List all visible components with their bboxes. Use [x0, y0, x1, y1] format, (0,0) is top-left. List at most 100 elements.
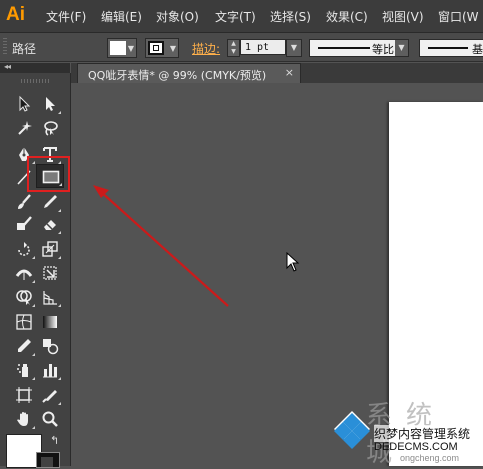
scale-tool[interactable] — [38, 238, 62, 260]
watermark-url: ongcheng.com — [400, 453, 460, 463]
tool-flyout-indicator — [32, 280, 35, 283]
stroke-color-swatch[interactable]: ▼ — [145, 38, 179, 58]
selection-type-label: 路径 — [12, 42, 37, 56]
stroke-weight-stepper[interactable]: ▲ ▼ — [227, 39, 240, 57]
eyedropper-tool[interactable] — [12, 335, 36, 357]
blob-brush-tool-icon — [17, 216, 32, 230]
tools-panel-header[interactable]: ◂◂ — [0, 62, 70, 73]
artboard-tool[interactable] — [12, 384, 36, 406]
paintbrush-tool-icon — [18, 194, 31, 209]
profile-line-preview — [318, 47, 370, 49]
blob-brush-tool[interactable] — [12, 213, 36, 235]
zoom-tool[interactable] — [38, 408, 62, 430]
watermark-domain: DEDECMS.COM — [374, 441, 458, 453]
swap-fill-stroke-icon[interactable]: ↰ — [50, 434, 59, 447]
paintbrush-tool[interactable] — [12, 191, 36, 213]
magic-wand-tool[interactable] — [12, 117, 36, 139]
eyedropper-tool-icon — [18, 339, 31, 352]
menu-file[interactable]: 文件(F) — [46, 8, 86, 25]
magic-wand-tool-icon — [18, 121, 32, 135]
symbol-sprayer-tool[interactable] — [12, 359, 36, 381]
shape-builder-tool-icon — [16, 290, 32, 305]
free-transform-tool-icon — [43, 266, 57, 280]
selection-tool-icon — [19, 95, 31, 112]
chevron-down-icon[interactable]: ▼ — [395, 40, 408, 56]
width-tool[interactable] — [12, 262, 36, 284]
stroke-color-chip — [148, 41, 164, 55]
artboard-tool-icon — [16, 387, 32, 403]
tool-flyout-indicator — [58, 402, 61, 405]
stepper-up-icon[interactable]: ▲ — [228, 40, 239, 48]
document-tab[interactable]: QQ呲牙表情* @ 99% (CMYK/预览) × — [77, 63, 301, 83]
tool-flyout-indicator — [32, 426, 35, 429]
rotate-tool[interactable] — [12, 238, 36, 260]
menu-object[interactable]: 对象(O) — [156, 8, 199, 25]
slice-tool[interactable] — [38, 384, 62, 406]
menu-view[interactable]: 视图(V) — [382, 8, 424, 25]
variable-width-profile-select[interactable]: 等比 ▼ — [309, 39, 409, 57]
direct-selection-tool[interactable] — [38, 93, 62, 115]
stroke-weight-input[interactable]: 1 pt — [240, 39, 286, 55]
document-tab-title: QQ呲牙表情* @ 99% (CMYK/预览) — [88, 69, 267, 82]
scale-tool-icon — [42, 241, 58, 257]
tool-flyout-indicator — [32, 377, 35, 380]
column-graph-tool-icon — [43, 364, 57, 378]
tool-flyout-indicator — [32, 353, 35, 356]
menu-edit[interactable]: 编辑(E) — [101, 8, 142, 25]
tool-flyout-indicator — [58, 209, 61, 212]
control-bar-grip[interactable] — [3, 38, 7, 56]
tool-flyout-indicator — [58, 231, 61, 234]
menu-window[interactable]: 窗口(W — [438, 8, 479, 25]
watermark-caption: 织梦内容管理系统 — [374, 425, 471, 442]
tool-flyout-indicator — [32, 256, 35, 259]
blend-tool[interactable] — [38, 335, 62, 357]
brush-label: 基 — [472, 43, 483, 56]
brush-definition-select[interactable]: 基 — [419, 39, 483, 57]
selection-tool[interactable] — [12, 93, 36, 115]
stroke-label[interactable]: 描边: — [192, 40, 220, 57]
gradient-tool[interactable] — [38, 311, 62, 333]
menu-bar: Ai 文件(F) 编辑(E) 对象(O) 文字(T) 选择(S) 效果(C) 视… — [0, 0, 483, 33]
chevron-down-icon: ▼ — [127, 44, 134, 53]
hand-tool-icon — [17, 412, 28, 426]
stepper-down-icon[interactable]: ▼ — [228, 48, 239, 56]
blend-tool-icon — [43, 339, 59, 355]
tool-flyout-indicator — [58, 377, 61, 380]
tools-panel-grip[interactable] — [21, 79, 51, 83]
shape-builder-tool[interactable] — [12, 286, 36, 308]
control-bar: 路径 ▼ ▼ 描边: ▲ ▼ 1 pt ▼ 等比 ▼ 基 — [0, 33, 483, 62]
menu-select[interactable]: 选择(S) — [270, 8, 311, 25]
mesh-tool[interactable] — [12, 311, 36, 333]
eraser-tool[interactable] — [38, 213, 62, 235]
direct-selection-tool-icon — [46, 97, 55, 111]
profile-label: 等比 — [372, 43, 394, 56]
rectangle-tool-highlight — [27, 156, 70, 192]
zoom-tool-icon — [42, 411, 58, 427]
menu-type[interactable]: 文字(T) — [215, 8, 256, 25]
app-logo: Ai — [6, 4, 25, 25]
eraser-tool-icon — [44, 220, 56, 230]
symbol-sprayer-tool-icon — [17, 364, 28, 377]
column-graph-tool[interactable] — [38, 359, 62, 381]
mesh-tool-icon — [16, 314, 32, 330]
close-icon[interactable]: × — [285, 66, 294, 79]
lasso-tool[interactable] — [38, 117, 62, 139]
pencil-tool-icon — [44, 195, 57, 208]
perspective-grid-tool[interactable] — [38, 286, 62, 308]
rotate-tool-icon — [18, 242, 30, 256]
free-transform-tool[interactable] — [38, 262, 62, 284]
fill-color-swatch[interactable]: ▼ — [107, 38, 137, 58]
collapse-icon[interactable]: ◂◂ — [4, 62, 11, 71]
pencil-tool[interactable] — [38, 191, 62, 213]
chevron-down-icon: ▼ — [169, 44, 176, 53]
mouse-cursor-icon — [286, 252, 300, 272]
stroke-weight-dropdown[interactable]: ▼ — [286, 39, 302, 57]
gradient-tool-icon — [43, 316, 57, 328]
tool-flyout-indicator — [58, 256, 61, 259]
fill-color-chip — [110, 41, 126, 55]
slice-tool-icon — [42, 390, 57, 403]
brush-line-preview — [428, 47, 468, 49]
hand-tool[interactable] — [12, 408, 36, 430]
menu-effect[interactable]: 效果(C) — [326, 8, 368, 25]
perspective-grid-tool-icon — [43, 291, 57, 305]
